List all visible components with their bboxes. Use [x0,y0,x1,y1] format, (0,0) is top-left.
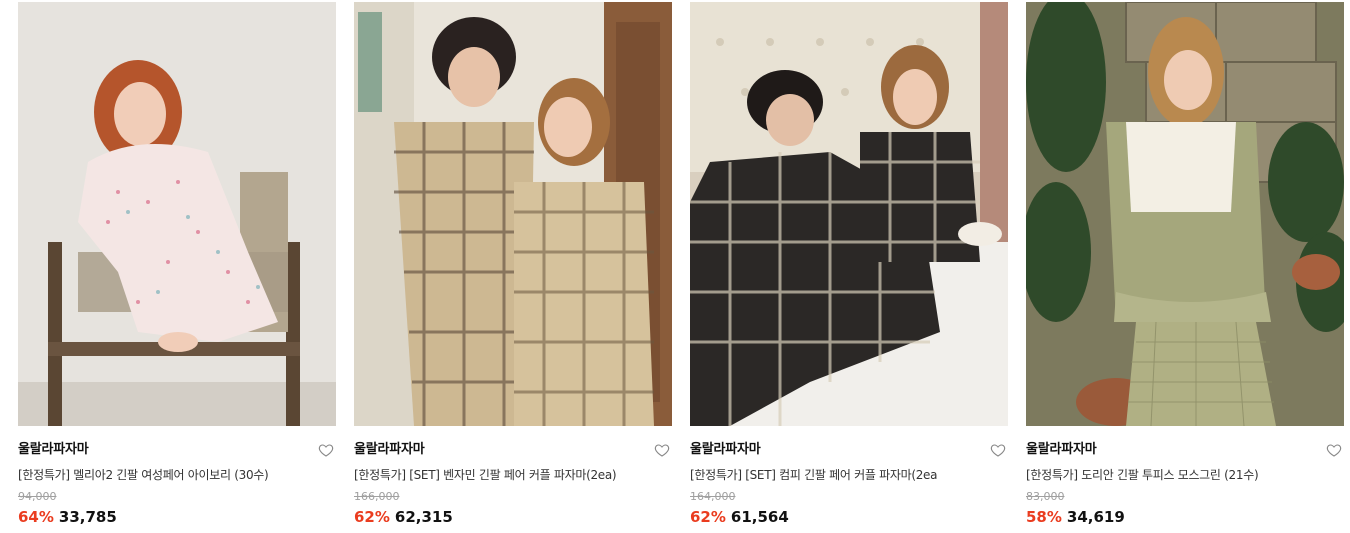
original-price: 164,000 [690,490,736,503]
original-price: 166,000 [354,490,400,503]
product-name[interactable]: [한정특가] 멜리아2 긴팔 여성페어 아이보리 (30수) [18,466,336,484]
discount-rate: 62% [690,508,726,526]
brand-name[interactable]: 울랄라파자마 [690,440,1008,460]
heart-icon[interactable] [990,442,1006,458]
product-image[interactable] [354,2,672,426]
sale-price: 34,619 [1066,508,1125,526]
product-image[interactable] [18,2,336,426]
heart-icon[interactable] [318,442,334,458]
original-price: 94,000 [18,490,57,503]
product-card[interactable]: 울랄라파자마 [한정특가] [SET] 벤자민 긴팔 페어 커플 파자마(2ea… [354,2,672,527]
sale-price: 61,564 [730,508,789,526]
product-grid: 울랄라파자마 [한정특가] 멜리아2 긴팔 여성페어 아이보리 (30수) 94… [0,0,1350,533]
product-image[interactable] [1026,2,1344,426]
product-card[interactable]: 울랄라파자마 [한정특가] [SET] 컴피 긴팔 페어 커플 파자마(2ea … [690,2,1008,527]
product-name[interactable]: [한정특가] [SET] 벤자민 긴팔 페어 커플 파자마(2ea) [354,466,672,484]
heart-icon[interactable] [1326,442,1342,458]
product-image[interactable] [690,2,1008,426]
discount-rate: 58% [1026,508,1062,526]
heart-icon[interactable] [654,442,670,458]
product-card[interactable]: 울랄라파자마 [한정특가] 멜리아2 긴팔 여성페어 아이보리 (30수) 94… [18,2,336,527]
price-row: 62% 62,315 [354,507,672,527]
product-card[interactable]: 울랄라파자마 [한정특가] 도리안 긴팔 투피스 모스그린 (21수) 83,0… [1026,2,1344,527]
discount-rate: 62% [354,508,390,526]
product-name[interactable]: [한정특가] 도리안 긴팔 투피스 모스그린 (21수) [1026,466,1344,484]
price-row: 58% 34,619 [1026,507,1344,527]
price-row: 64% 33,785 [18,507,336,527]
sale-price: 33,785 [58,508,117,526]
brand-name[interactable]: 울랄라파자마 [18,440,336,460]
brand-name[interactable]: 울랄라파자마 [1026,440,1344,460]
price-row: 62% 61,564 [690,507,1008,527]
discount-rate: 64% [18,508,54,526]
sale-price: 62,315 [394,508,453,526]
brand-name[interactable]: 울랄라파자마 [354,440,672,460]
original-price: 83,000 [1026,490,1065,503]
product-name[interactable]: [한정특가] [SET] 컴피 긴팔 페어 커플 파자마(2ea [690,466,1008,484]
